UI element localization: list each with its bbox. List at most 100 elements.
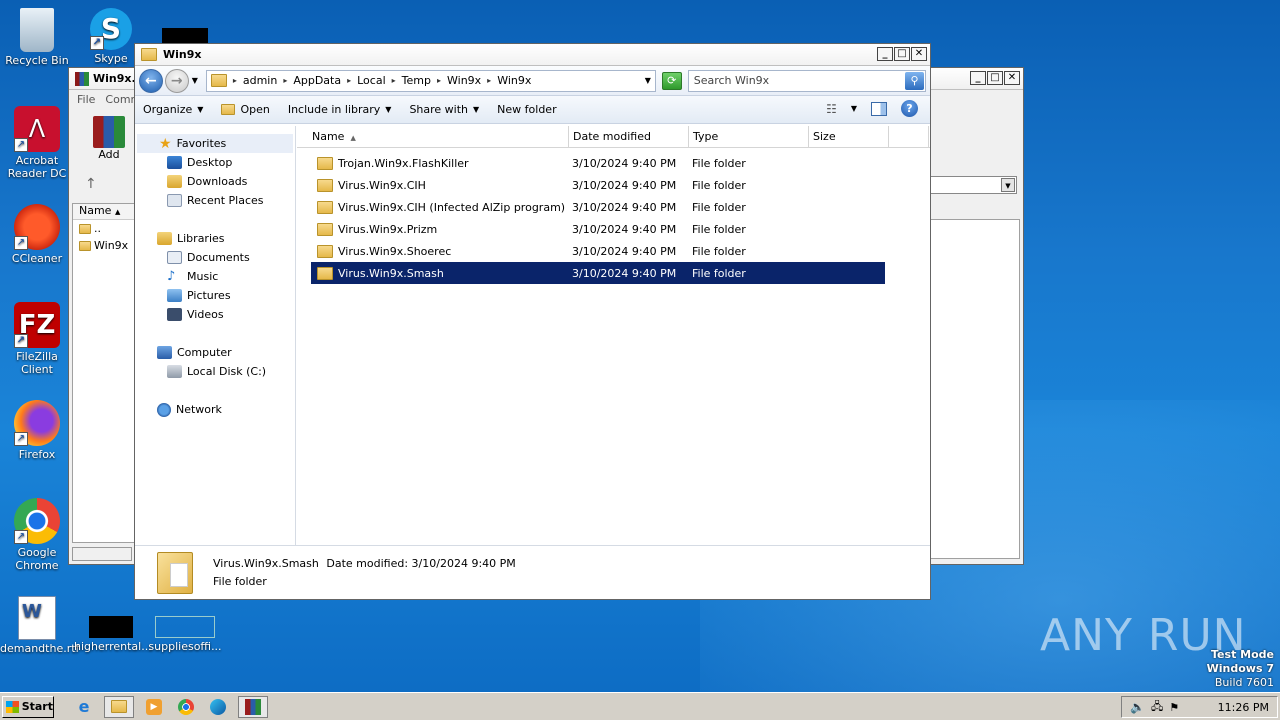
table-row[interactable]: Virus.Win9x.Shoerec 3/10/2024 9:40 PM Fi…	[311, 240, 885, 262]
start-button[interactable]: Start	[2, 695, 54, 718]
desktop-icon-suppliesoffi[interactable]: suppliesoffi...	[148, 596, 222, 653]
desktop-icon-acrobat[interactable]: ᐱ ↗ Acrobat Reader DC	[0, 106, 74, 180]
chevron-right-icon[interactable]: ▸	[233, 76, 237, 85]
preview-pane-icon[interactable]	[871, 101, 887, 116]
breadcrumb-item[interactable]: Local	[357, 74, 386, 87]
desktop-icon-higherrental[interactable]: higherrental...	[74, 596, 152, 653]
table-row[interactable]: Virus.Win9x.Prizm 3/10/2024 9:40 PM File…	[311, 218, 885, 240]
open-button[interactable]: Open	[221, 103, 270, 116]
desktop-icon-ccleaner[interactable]: ↗ CCleaner	[0, 204, 74, 265]
table-row-selected[interactable]: Virus.Win9x.Smash 3/10/2024 9:40 PM File…	[311, 262, 885, 284]
nav-item-recent-places[interactable]: Recent Places	[135, 191, 295, 210]
forward-button[interactable]: →	[164, 68, 189, 93]
search-icon[interactable]: ⚲	[905, 71, 925, 90]
desktop-icon-label: demandthe.rtf	[0, 642, 80, 655]
file-list[interactable]: Name ▲ Date modified Type Size Trojan.Win…	[296, 126, 930, 545]
nav-item-documents[interactable]: Documents	[135, 248, 295, 267]
chevron-right-icon[interactable]: ▸	[487, 76, 491, 85]
breadcrumb-item[interactable]: Win9x	[447, 74, 481, 87]
explorer-titlebar[interactable]: Win9x	[135, 44, 930, 66]
breadcrumb[interactable]: ▸ admin ▸ AppData ▸ Local ▸ Temp ▸ Win9x…	[205, 69, 656, 92]
desktop-icon-demandthe-rtf[interactable]: W demandthe.rtf	[0, 596, 80, 655]
folder-icon	[317, 200, 333, 214]
close-button[interactable]: ✕	[1004, 71, 1020, 85]
nav-item-music[interactable]: ♪ Music	[135, 267, 295, 286]
share-with-button[interactable]: Share with ▼	[409, 103, 479, 116]
details-date-label: Date modified:	[326, 556, 409, 570]
network-tray-icon[interactable]: 🖧	[1151, 698, 1163, 717]
maximize-button[interactable]: □	[987, 71, 1003, 85]
chevron-down-icon[interactable]: ▼	[851, 104, 857, 113]
chevron-right-icon[interactable]: ▸	[437, 76, 441, 85]
nav-network[interactable]: Network	[135, 400, 295, 419]
taskbar-winrar[interactable]	[238, 695, 268, 718]
column-header-name[interactable]: Name ▲	[297, 126, 569, 147]
desktop-icon-filezilla[interactable]: FZ ↗ FileZilla Client	[0, 302, 74, 376]
desktop-icon-firefox[interactable]: ↗ Firefox	[0, 400, 74, 461]
breadcrumb-item[interactable]: Temp	[402, 74, 431, 87]
nav-item-local-disk[interactable]: Local Disk (C:)	[135, 362, 295, 381]
winrar-list-header[interactable]: Name ▲	[73, 204, 134, 220]
nav-item-downloads[interactable]: Downloads	[135, 172, 295, 191]
drive-icon	[167, 365, 182, 378]
taskbar-internet-explorer[interactable]: e	[72, 696, 96, 718]
navigation-pane[interactable]: ★ Favorites Desktop Downloads Recent Pla…	[135, 126, 296, 545]
skype-icon: S ↗	[90, 8, 132, 50]
nav-item-desktop[interactable]: Desktop	[135, 153, 295, 172]
desktop-icon-label: Acrobat Reader DC	[7, 154, 67, 180]
back-button[interactable]: ←	[139, 68, 163, 93]
nav-item-pictures[interactable]: Pictures	[135, 286, 295, 305]
winrar-file-list[interactable]: Name ▲ .. Win9x	[72, 203, 135, 543]
taskbar-explorer[interactable]	[104, 695, 134, 718]
chevron-right-icon[interactable]: ▸	[392, 76, 396, 85]
column-header-extra[interactable]	[889, 126, 929, 147]
include-in-library-button[interactable]: Include in library ▼	[288, 103, 392, 116]
volume-icon[interactable]: 🔈	[1130, 700, 1145, 714]
refresh-button[interactable]: ⟳	[661, 71, 682, 90]
minimize-button[interactable]: _	[877, 47, 893, 61]
winrar-path-combo[interactable]: ▼	[925, 176, 1017, 194]
column-header-date[interactable]: Date modified	[569, 126, 689, 147]
organize-button[interactable]: Organize ▼	[143, 103, 203, 116]
breadcrumb-item[interactable]: Win9x	[497, 74, 531, 87]
maximize-button[interactable]: □	[894, 47, 910, 61]
column-header-size[interactable]: Size	[809, 126, 889, 147]
breadcrumb-item[interactable]: admin	[243, 74, 277, 87]
chevron-right-icon[interactable]: ▸	[347, 76, 351, 85]
nav-libraries[interactable]: Libraries	[135, 229, 295, 248]
view-options-icon[interactable]: ☷	[826, 102, 837, 116]
recent-pages-dropdown-icon[interactable]: ▼	[192, 76, 198, 85]
clock[interactable]: 11:26 PM	[1218, 701, 1269, 714]
chevron-down-icon[interactable]: ▼	[645, 76, 651, 85]
chevron-right-icon[interactable]: ▸	[283, 76, 287, 85]
taskbar-media-player[interactable]: ▶	[142, 696, 166, 718]
winrar-list-item[interactable]: ..	[73, 220, 134, 237]
new-folder-button[interactable]: New folder	[497, 103, 556, 116]
nav-favorites[interactable]: ★ Favorites	[137, 134, 293, 153]
winrar-up-icon[interactable]: ↑	[85, 176, 97, 192]
table-row[interactable]: Virus.Win9x.CIH 3/10/2024 9:40 PM File f…	[311, 174, 885, 196]
desktop-icon-label: CCleaner	[11, 252, 63, 265]
desktop-icon-recycle-bin[interactable]: Recycle Bin	[0, 8, 74, 67]
table-row[interactable]: Virus.Win9x.CIH (Infected AlZip program)…	[311, 196, 885, 218]
nav-computer[interactable]: Computer	[135, 343, 295, 362]
chevron-down-icon: ▼	[197, 105, 204, 114]
search-input[interactable]: Search Win9x ⚲	[687, 69, 927, 92]
column-header-type[interactable]: Type	[689, 126, 809, 147]
taskbar-edge[interactable]	[206, 696, 230, 718]
taskbar-chrome[interactable]	[174, 696, 198, 718]
winrar-add-button[interactable]: Add	[91, 116, 127, 161]
table-row[interactable]: Trojan.Win9x.FlashKiller 3/10/2024 9:40 …	[311, 152, 885, 174]
close-button[interactable]: ✕	[911, 47, 927, 61]
recycle-bin-icon	[20, 8, 54, 52]
desktop-icon-chrome[interactable]: ↗ Google Chrome	[0, 498, 74, 572]
nav-item-videos[interactable]: Videos	[135, 305, 295, 324]
menu-file[interactable]: File	[77, 93, 95, 106]
action-center-flag-icon[interactable]: ⚑	[1169, 701, 1179, 714]
minimize-button[interactable]: _	[970, 71, 986, 85]
help-icon[interactable]: ?	[901, 100, 918, 117]
explorer-window[interactable]: Win9x _ □ ✕ ← → ▼ ▸ admin ▸ AppData ▸ Lo…	[134, 43, 931, 600]
breadcrumb-item[interactable]: AppData	[293, 74, 341, 87]
winrar-list-item[interactable]: Win9x	[73, 237, 134, 254]
desktop-icon-label: FileZilla Client	[16, 350, 58, 376]
